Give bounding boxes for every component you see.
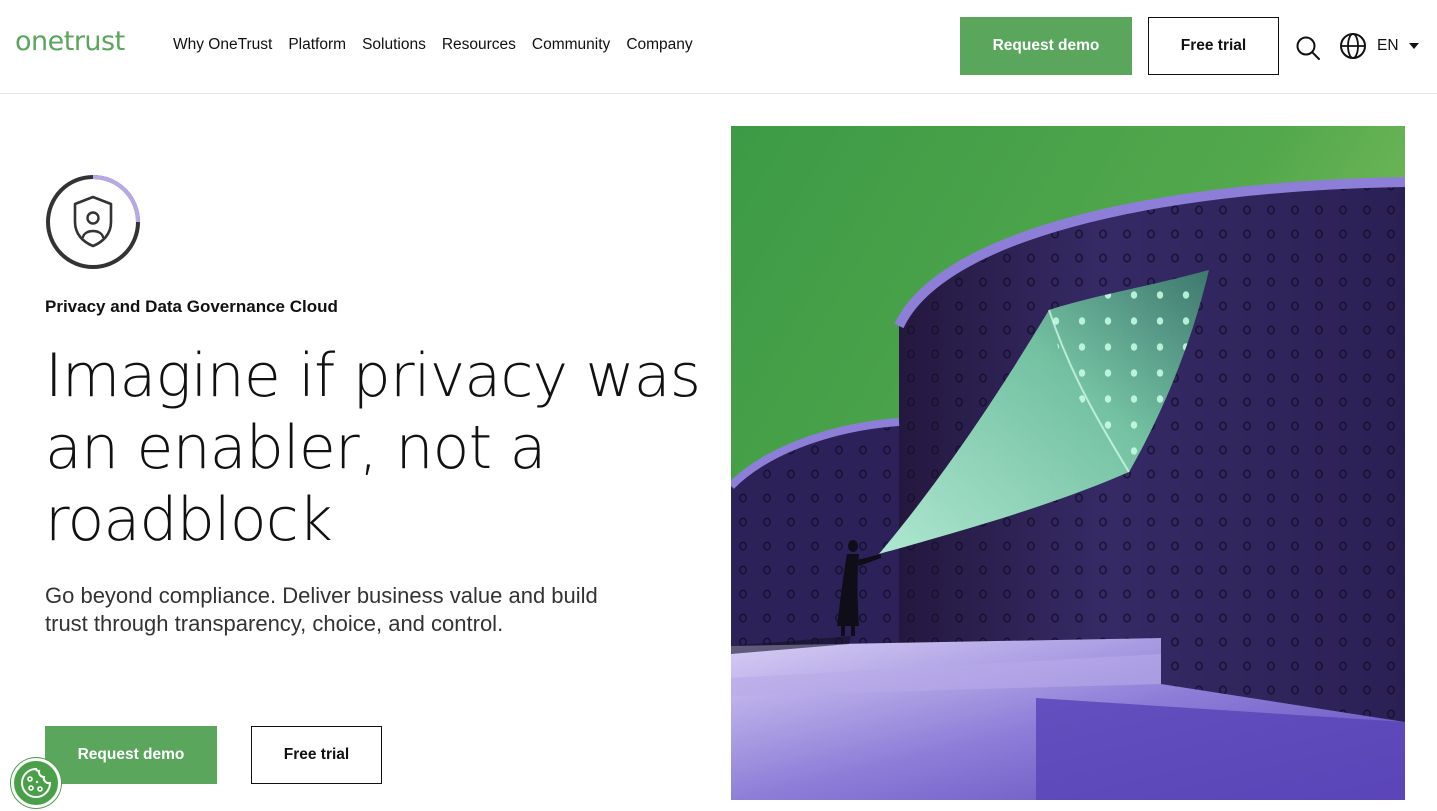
header-free-trial-button[interactable]: Free trial <box>1148 17 1279 75</box>
hero-headline: Imagine if privacy was an enabler, not a… <box>45 340 705 556</box>
onetrust-logo[interactable]: onetrust <box>15 26 125 57</box>
nav-platform[interactable]: Platform <box>288 36 346 54</box>
header-request-demo-button[interactable]: Request demo <box>960 17 1132 75</box>
hero-headline-line: an enabler, not a <box>45 413 546 483</box>
hero-subheadline-line: trust through transparency, choice, and … <box>45 611 504 636</box>
nav-resources[interactable]: Resources <box>442 36 516 54</box>
cookie-icon <box>21 767 52 798</box>
hero-subheadline-line: Go beyond compliance. Deliver business v… <box>45 583 598 608</box>
nav-company[interactable]: Company <box>626 36 692 54</box>
nav-solutions[interactable]: Solutions <box>362 36 426 54</box>
hero-free-trial-button[interactable]: Free trial <box>251 726 382 784</box>
globe-icon[interactable] <box>1339 32 1367 60</box>
language-selector[interactable]: EN <box>1377 37 1399 55</box>
nav-why-onetrust[interactable]: Why OneTrust <box>173 36 272 54</box>
hero-illustration <box>731 126 1405 800</box>
shield-user-icon <box>46 175 140 269</box>
search-icon[interactable] <box>1295 35 1321 61</box>
main-nav: Why OneTrust Platform Solutions Resource… <box>173 36 693 54</box>
hero-request-demo-button[interactable]: Request demo <box>45 726 217 784</box>
hero-subheadline: Go beyond compliance. Deliver business v… <box>45 582 665 638</box>
hero-headline-line: roadblock <box>45 485 333 555</box>
hero-eyebrow: Privacy and Data Governance Cloud <box>45 297 338 316</box>
cookie-settings-button[interactable] <box>11 758 61 808</box>
hero-headline-line: Imagine if privacy was <box>45 341 701 411</box>
site-header: onetrust Why OneTrust Platform Solutions… <box>0 0 1437 94</box>
caret-down-icon[interactable] <box>1408 42 1420 50</box>
nav-community[interactable]: Community <box>532 36 610 54</box>
